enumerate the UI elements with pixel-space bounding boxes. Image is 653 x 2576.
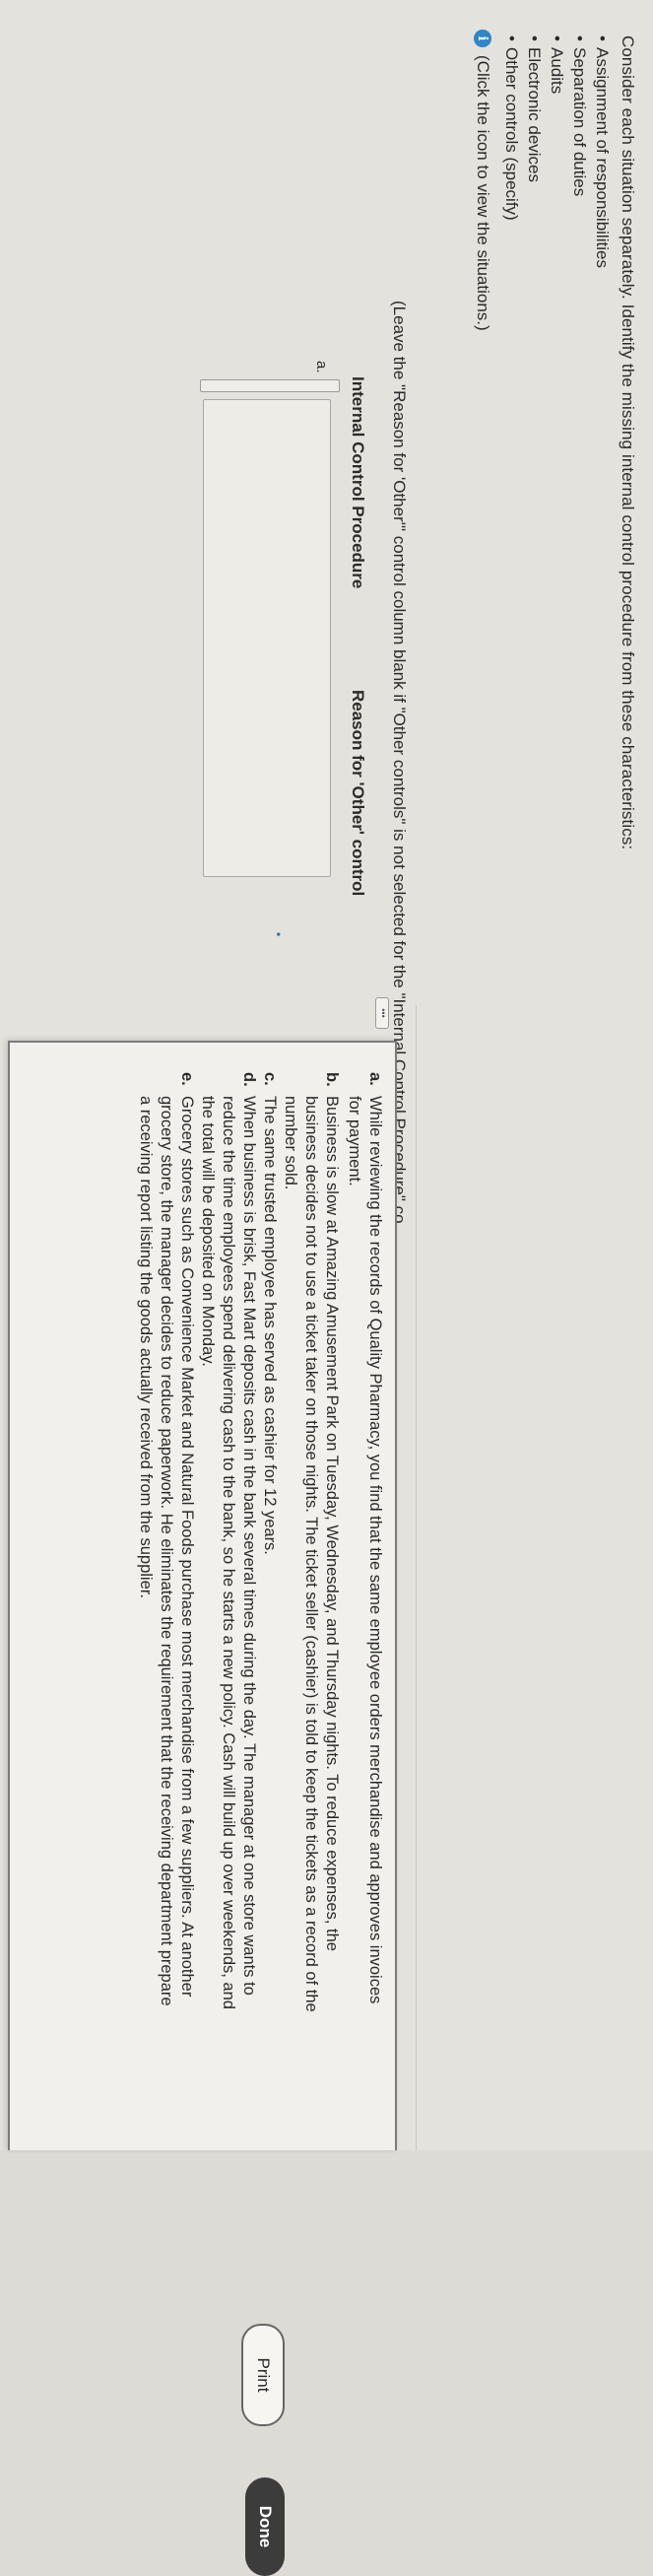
characteristic-item: Audits [546, 35, 568, 268]
characteristic-item: Other controls (specify) [500, 35, 523, 268]
instructions-text: Consider each situation separately. Iden… [619, 35, 637, 850]
situation-item: c. The same trusted employee has served … [259, 1072, 280, 2018]
situation-letter: a. [366, 1072, 384, 1086]
row-label: a. [313, 361, 330, 373]
situation-text: Grocery stores such as Convenience Marke… [137, 1096, 196, 2006]
characteristic-item: Electronic devices [523, 35, 546, 268]
info-icon[interactable]: i [474, 30, 491, 47]
situation-text: The same trusted employee has served as … [261, 1096, 279, 1555]
header-procedure: Internal Control Procedure [349, 376, 367, 589]
situation-letter: e. [178, 1072, 196, 1086]
info-text: (Click the icon to view the situations.) [474, 55, 492, 331]
situation-item: d. When business is brisk, Fast Mart dep… [197, 1072, 259, 2018]
situations-dialog: a. While reviewing the records of Qualit… [8, 1041, 397, 2576]
characteristic-item: Assignment of responsibilities [591, 35, 614, 268]
more-indicator: • [272, 932, 286, 937]
info-row: i (Click the icon to view the situations… [473, 30, 492, 331]
done-button[interactable]: Done [245, 2477, 285, 2576]
characteristic-item: Separation of duties [568, 35, 591, 268]
print-button[interactable]: Print [241, 2324, 285, 2426]
rotated-page: Consider each situation separately. Iden… [0, 0, 653, 2576]
situation-letter: c. [261, 1072, 279, 1086]
characteristics-list: Assignment of responsibilities Separatio… [500, 35, 614, 268]
header-reason: Reason for 'Other' control [349, 690, 367, 897]
situation-letter: d. [240, 1072, 258, 1087]
expand-ellipsis-button[interactable]: ••• [375, 997, 389, 1029]
situation-item: e. Grocery stores such as Convenience Ma… [135, 1072, 197, 2018]
situation-letter: b. [323, 1072, 341, 1087]
procedure-select[interactable] [200, 379, 340, 392]
reason-input[interactable] [203, 399, 331, 877]
divider [416, 1005, 417, 2150]
situations-list: a. While reviewing the records of Qualit… [135, 1072, 385, 2018]
situation-text: Business is slow at Amazing Amusement Pa… [282, 1096, 341, 2012]
situation-text: When business is brisk, Fast Mart deposi… [199, 1096, 258, 2009]
situation-item: b. Business is slow at Amazing Amusement… [280, 1072, 342, 2018]
situation-text: While reviewing the records of Quality P… [346, 1096, 384, 2004]
situation-item: a. While reviewing the records of Qualit… [344, 1072, 385, 2018]
